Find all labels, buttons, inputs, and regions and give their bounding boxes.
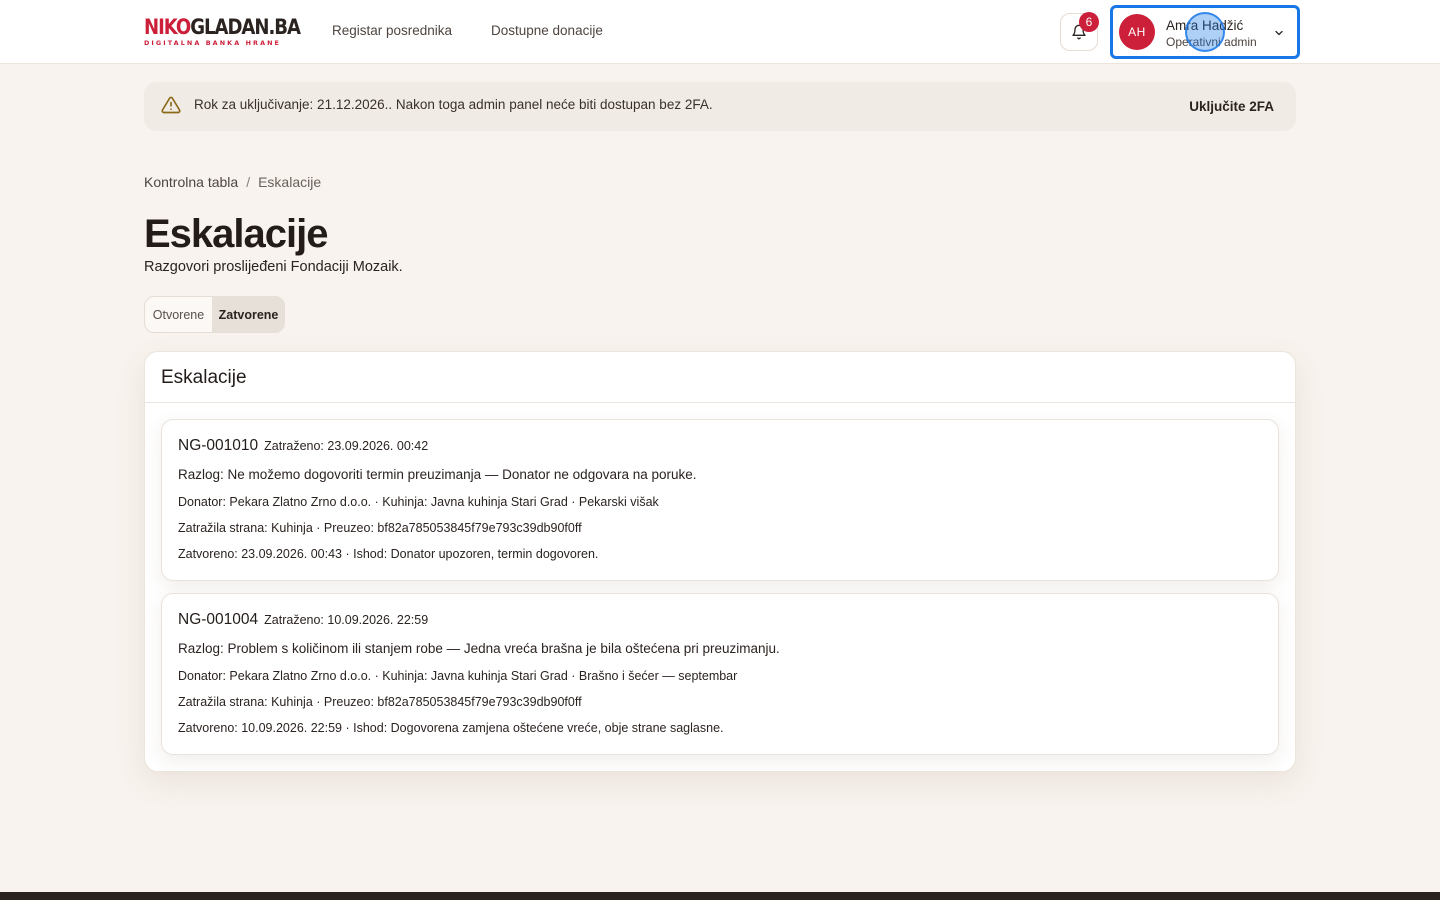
escalation-reason: Razlog: Ne možemo dogovoriti termin preu… [178,467,697,482]
nav-link-registar-posrednika[interactable]: Registar posrednika [332,23,452,38]
escalation-card[interactable]: NG-001010 Zatraženo: 23.09.2026. 00:42 Ra… [161,419,1279,581]
escalation-parties: Donator: Pekara Zlatno Zrno d.o.o. · Kuh… [178,495,659,509]
escalation-closed-outcome: Zatvoreno: 23.09.2026. 00:43 · Ishod: Do… [178,547,599,561]
footer [0,892,1440,900]
requested-date: Zatraženo: 23.09.2026. 00:42 [264,439,429,453]
enable-2fa-button[interactable]: Uključite 2FA [1189,99,1274,114]
avatar: AH [1119,14,1155,50]
escalation-id: NG-001004 [178,611,259,628]
escalation-parties: Donator: Pekara Zlatno Zrno d.o.o. · Kuh… [178,669,738,683]
escalation-id: NG-001010 [178,437,259,454]
page-title: Eskalacije [144,212,328,256]
escalation-requester: Zatražila strana: Kuhinja · Preuzeo: bf8… [178,521,582,535]
panel-title: Eskalacije [161,367,247,388]
notification-count-badge: 6 [1079,12,1099,32]
chevron-down-icon [1275,30,1283,36]
escalation-reason: Razlog: Problem s količinom ili stanjem … [178,641,780,656]
breadcrumb-current: Eskalacije [258,174,322,190]
escalation-closed-outcome: Zatvoreno: 10.09.2026. 22:59 · Ishod: Do… [178,721,724,735]
breadcrumb-home-link[interactable]: Kontrolna tabla [144,174,238,190]
tab-otvorene[interactable]: Otvorene [145,297,212,332]
escalations-panel: Eskalacije NG-001010 Zatraženo: 23.09.202… [144,351,1296,772]
warning-icon [161,96,181,114]
brand-logo[interactable]: NIKOGLADAN.BA DIGITALNA BANKA HRANE [144,15,301,48]
user-role: Operativni admin [1166,35,1257,49]
page-subtitle: Razgovori proslijeđeni Fondaciji Mozaik. [144,259,403,275]
user-name: Amra Hadžić [1166,18,1244,33]
breadcrumb-separator: / [246,174,251,190]
top-navigation-bar: NIKOGLADAN.BA DIGITALNA BANKA HRANE Regi… [0,0,1440,64]
logo-part-1: NIKO [144,15,191,39]
requested-date: Zatraženo: 10.09.2026. 22:59 [264,613,429,627]
breadcrumb: Kontrolna tabla / Eskalacije [144,174,321,190]
banner-message: Rok za uključivanje: 21.12.2026.. Nakon … [194,97,713,112]
panel-divider [145,402,1295,403]
escalation-requester: Zatražila strana: Kuhinja · Preuzeo: bf8… [178,695,582,709]
escalation-card[interactable]: NG-001004 Zatraženo: 10.09.2026. 22:59 Ra… [161,593,1279,755]
user-menu-button[interactable]: AH Amra Hadžić Operativni admin [1110,5,1300,59]
logo-tagline: DIGITALNA BANKA HRANE [144,39,282,47]
status-filter-tabs: Otvorene Zatvorene [144,296,285,333]
tab-zatvorene[interactable]: Zatvorene [212,297,284,332]
two-factor-warning-banner: Rok za uključivanje: 21.12.2026.. Nakon … [144,82,1296,131]
logo-part-2: GLADAN.BA [190,15,301,39]
nav-link-dostupne-donacije[interactable]: Dostupne donacije [491,23,603,38]
